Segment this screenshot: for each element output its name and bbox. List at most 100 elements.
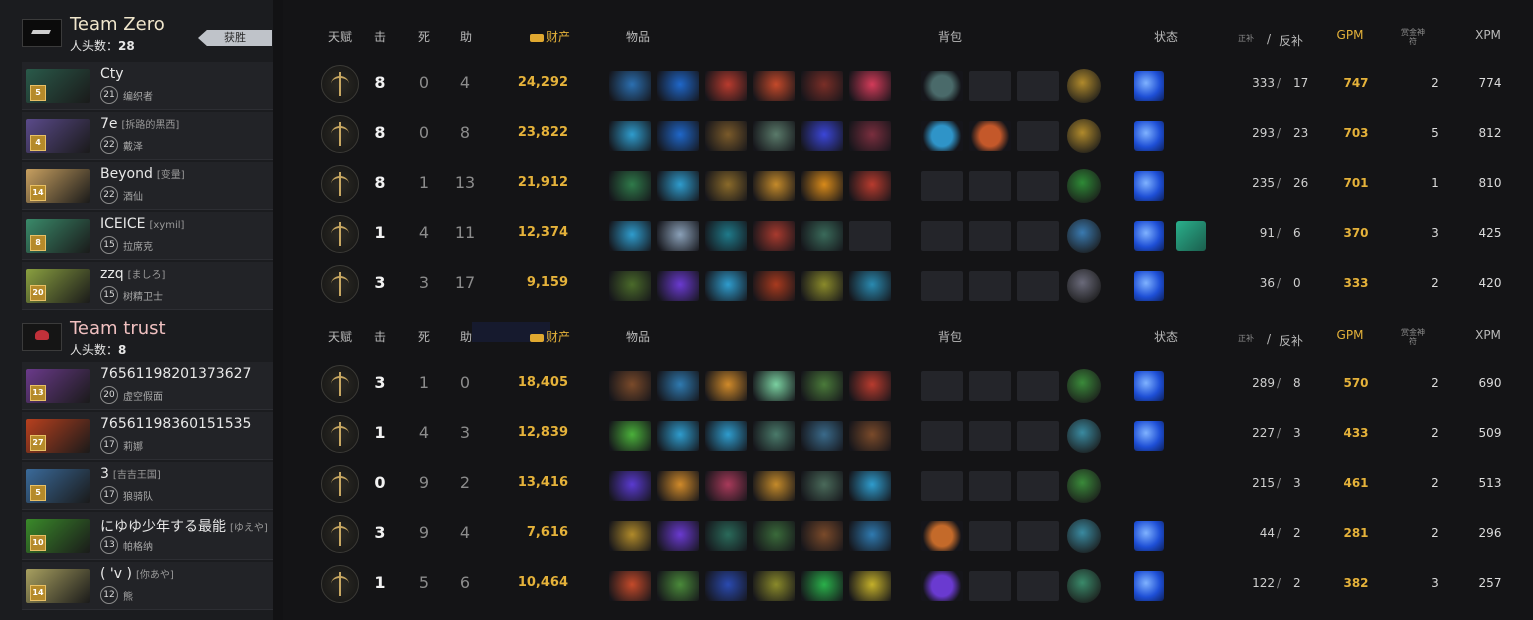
- backpack-slot-icon[interactable]: [921, 471, 963, 501]
- item-slot-icon[interactable]: [753, 521, 795, 551]
- item-slot-icon[interactable]: [849, 271, 891, 301]
- backpack-slot-icon[interactable]: [1017, 571, 1059, 601]
- neutral-item-icon[interactable]: [1067, 519, 1101, 553]
- player-row[interactable]: 20 zzq [ましろ] 15 树精卫士: [22, 262, 273, 310]
- neutral-item-icon[interactable]: [1067, 269, 1101, 303]
- item-slot-icon[interactable]: [609, 521, 651, 551]
- item-slot-icon[interactable]: [609, 171, 651, 201]
- item-slot-icon[interactable]: [753, 421, 795, 451]
- neutral-item-icon[interactable]: [1067, 69, 1101, 103]
- item-slot-icon[interactable]: [609, 371, 651, 401]
- item-slot-icon[interactable]: [657, 421, 699, 451]
- item-slot-icon[interactable]: [705, 371, 747, 401]
- backpack-slot-icon[interactable]: [969, 271, 1011, 301]
- item-slot-icon[interactable]: [801, 71, 843, 101]
- item-slot-icon[interactable]: [657, 121, 699, 151]
- backpack-slot-icon[interactable]: [1017, 71, 1059, 101]
- talent-tree-icon[interactable]: [321, 215, 359, 253]
- backpack-slot-icon[interactable]: [969, 571, 1011, 601]
- player-name[interactable]: ( 'v ) [你あや]: [100, 566, 174, 582]
- item-slot-icon[interactable]: [849, 421, 891, 451]
- item-slot-icon[interactable]: [753, 471, 795, 501]
- item-slot-icon[interactable]: [753, 571, 795, 601]
- backpack-slot-icon[interactable]: [1017, 121, 1059, 151]
- player-name[interactable]: Cty: [100, 66, 128, 82]
- item-slot-icon[interactable]: [753, 71, 795, 101]
- player-name[interactable]: 7e [拆路的黑西]: [100, 116, 179, 132]
- item-slot-icon[interactable]: [609, 571, 651, 601]
- item-slot-icon[interactable]: [705, 571, 747, 601]
- item-slot-icon[interactable]: [753, 271, 795, 301]
- player-name-text[interactable]: Cty: [100, 66, 124, 82]
- player-name-text[interactable]: 3: [100, 466, 109, 482]
- neutral-item-icon[interactable]: [1067, 219, 1101, 253]
- item-slot-icon[interactable]: [657, 171, 699, 201]
- backpack-slot-icon[interactable]: [921, 121, 963, 151]
- backpack-slot-icon[interactable]: [1017, 171, 1059, 201]
- item-slot-icon[interactable]: [801, 121, 843, 151]
- talent-tree-icon[interactable]: [321, 265, 359, 303]
- item-slot-icon[interactable]: [609, 71, 651, 101]
- player-name[interactable]: ICEICE [xymil]: [100, 216, 184, 232]
- talent-tree-icon[interactable]: [321, 565, 359, 603]
- talent-tree-icon[interactable]: [321, 465, 359, 503]
- backpack-slot-icon[interactable]: [969, 221, 1011, 251]
- item-slot-icon[interactable]: [609, 421, 651, 451]
- player-name-text[interactable]: 76561198360151535: [100, 416, 251, 432]
- item-slot-icon[interactable]: [657, 271, 699, 301]
- item-slot-icon[interactable]: [705, 421, 747, 451]
- neutral-item-icon[interactable]: [1067, 169, 1101, 203]
- talent-tree-icon[interactable]: [321, 115, 359, 153]
- item-slot-icon[interactable]: [753, 121, 795, 151]
- item-slot-icon[interactable]: [801, 521, 843, 551]
- player-row[interactable]: 13 76561198201373627 20 虚空假面: [22, 362, 273, 410]
- talent-tree-icon[interactable]: [321, 165, 359, 203]
- item-slot-icon[interactable]: [705, 221, 747, 251]
- backpack-slot-icon[interactable]: [921, 521, 963, 551]
- item-slot-icon[interactable]: [801, 171, 843, 201]
- item-slot-icon[interactable]: [801, 471, 843, 501]
- item-slot-icon[interactable]: [753, 171, 795, 201]
- item-slot-icon[interactable]: [657, 71, 699, 101]
- backpack-slot-icon[interactable]: [921, 71, 963, 101]
- item-slot-icon[interactable]: [609, 121, 651, 151]
- item-slot-icon[interactable]: [705, 521, 747, 551]
- item-slot-icon[interactable]: [609, 221, 651, 251]
- backpack-slot-icon[interactable]: [921, 421, 963, 451]
- item-slot-icon[interactable]: [801, 221, 843, 251]
- talent-tree-icon[interactable]: [321, 365, 359, 403]
- backpack-slot-icon[interactable]: [1017, 371, 1059, 401]
- talent-tree-icon[interactable]: [321, 415, 359, 453]
- backpack-slot-icon[interactable]: [969, 421, 1011, 451]
- item-slot-icon[interactable]: [657, 571, 699, 601]
- backpack-slot-icon[interactable]: [1017, 421, 1059, 451]
- item-slot-icon[interactable]: [849, 471, 891, 501]
- backpack-slot-icon[interactable]: [969, 71, 1011, 101]
- player-name[interactable]: にゆゆ少年する最能 [ゆえや]: [100, 516, 268, 536]
- player-name[interactable]: 76561198360151535: [100, 416, 255, 432]
- item-slot-icon[interactable]: [849, 571, 891, 601]
- backpack-slot-icon[interactable]: [921, 221, 963, 251]
- item-slot-icon[interactable]: [705, 271, 747, 301]
- player-name-text[interactable]: 7e: [100, 116, 118, 132]
- item-slot-icon[interactable]: [753, 371, 795, 401]
- item-slot-icon[interactable]: [705, 71, 747, 101]
- item-slot-icon[interactable]: [705, 171, 747, 201]
- player-row[interactable]: 5 Cty 21 编织者: [22, 62, 273, 110]
- item-slot-icon[interactable]: [849, 371, 891, 401]
- player-name-text[interactable]: Beyond: [100, 166, 153, 182]
- backpack-slot-icon[interactable]: [921, 571, 963, 601]
- backpack-slot-icon[interactable]: [921, 271, 963, 301]
- item-slot-icon[interactable]: [705, 121, 747, 151]
- player-name[interactable]: 3 [吉吉王国]: [100, 466, 161, 482]
- neutral-item-icon[interactable]: [1067, 119, 1101, 153]
- player-name-text[interactable]: にゆゆ少年する最能: [100, 519, 226, 535]
- backpack-slot-icon[interactable]: [921, 371, 963, 401]
- item-slot-icon[interactable]: [609, 471, 651, 501]
- neutral-item-icon[interactable]: [1067, 569, 1101, 603]
- neutral-item-icon[interactable]: [1067, 419, 1101, 453]
- item-slot-icon[interactable]: [801, 571, 843, 601]
- player-row[interactable]: 14 ( 'v ) [你あや] 12 熊: [22, 562, 273, 610]
- item-slot-icon[interactable]: [849, 171, 891, 201]
- item-slot-icon[interactable]: [849, 71, 891, 101]
